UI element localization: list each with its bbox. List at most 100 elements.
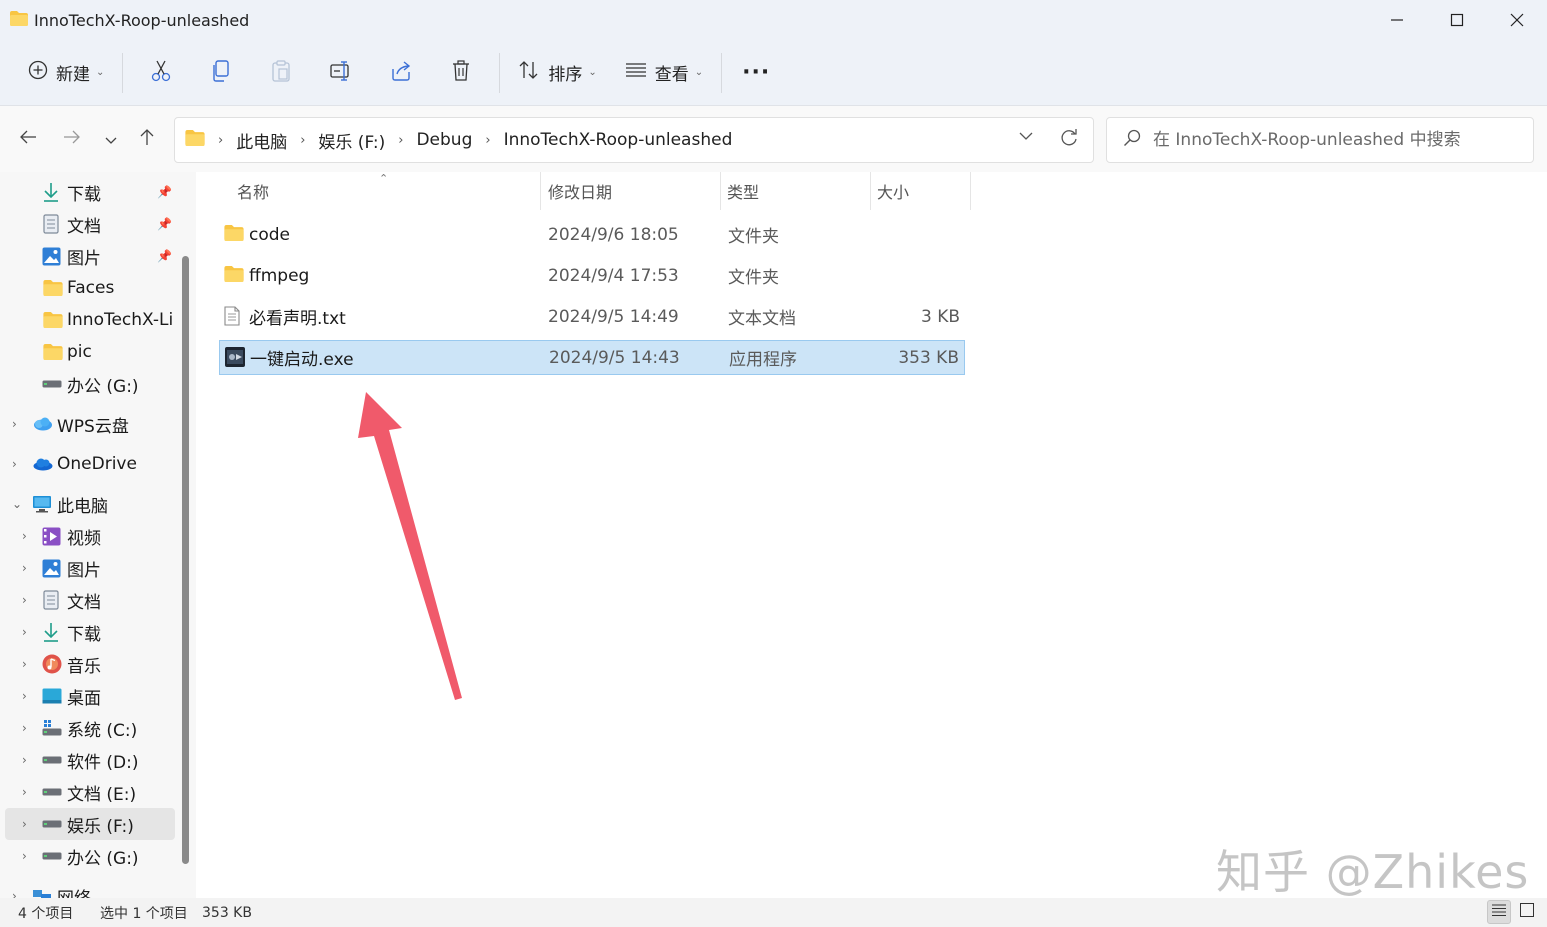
up-button[interactable] (132, 124, 162, 154)
recent-locations-button[interactable] (96, 124, 126, 154)
chevron-right-icon[interactable]: › (22, 817, 34, 831)
column-header-modified[interactable]: 修改日期 (548, 172, 718, 210)
arrow-right-icon (63, 129, 81, 150)
sidebar-item-label: 娱乐 (F:) (67, 816, 134, 837)
table-row[interactable]: ffmpeg 2024/9/4 17:53 文件夹 (219, 258, 965, 293)
chevron-right-icon[interactable]: › (22, 689, 34, 703)
sidebar-item-drive-c[interactable]: › 系统 (C:) (0, 712, 176, 744)
document-icon (43, 590, 59, 610)
chevron-right-icon[interactable]: › (12, 889, 24, 898)
chevron-right-icon[interactable]: › (12, 417, 24, 431)
chevron-right-icon[interactable]: › (485, 133, 490, 148)
sidebar-item-this-pc[interactable]: ⌄ 此电脑 (0, 488, 176, 520)
separator (721, 52, 723, 93)
sidebar-item-desktop[interactable]: › 桌面 (0, 680, 176, 712)
more-options-button[interactable]: ··· (730, 60, 782, 85)
sidebar-item-documents[interactable]: › 文档 (0, 584, 176, 616)
sidebar-item-downloads[interactable]: 下载 📌 (0, 176, 176, 208)
breadcrumb-debug[interactable]: Debug (416, 130, 472, 150)
sidebar-item-onedrive[interactable]: › OneDrive (0, 448, 176, 480)
chevron-right-icon[interactable]: › (300, 133, 305, 148)
column-header-size[interactable]: 大小 (877, 172, 967, 210)
column-divider[interactable] (970, 172, 971, 210)
folder-icon (43, 280, 63, 296)
file-name: code (249, 224, 290, 245)
chevron-right-icon[interactable]: › (22, 625, 34, 639)
table-row[interactable]: 必看声明.txt 2024/9/5 14:49 文本文档 3 KB (219, 299, 965, 334)
table-row[interactable]: 一键启动.exe 2024/9/5 14:43 应用程序 353 KB (219, 340, 965, 375)
cut-button[interactable] (131, 51, 191, 95)
sidebar-item-wps-cloud[interactable]: › WPS云盘 (0, 408, 176, 440)
chevron-right-icon[interactable]: › (22, 721, 34, 735)
rename-button[interactable] (311, 51, 371, 95)
chevron-right-icon[interactable]: › (22, 657, 34, 671)
sidebar-item-drive-e[interactable]: › 文档 (E:) (0, 776, 176, 808)
close-button[interactable] (1487, 0, 1547, 40)
column-header-name[interactable]: 名称 (237, 172, 537, 210)
chevron-right-icon[interactable]: › (22, 561, 34, 575)
table-row[interactable]: code 2024/9/6 18:05 文件夹 (219, 217, 965, 252)
column-divider[interactable] (720, 172, 721, 210)
details-view-button[interactable] (1487, 900, 1511, 924)
forward-button[interactable] (57, 124, 87, 154)
paste-button[interactable] (251, 51, 311, 95)
sidebar-item-videos[interactable]: › 视频 (0, 520, 176, 552)
sidebar-item-drive-g[interactable]: 办公 (G:) (0, 368, 176, 400)
window-controls (1367, 0, 1547, 40)
search-icon (1123, 129, 1141, 151)
copy-button[interactable] (191, 51, 251, 95)
rename-icon (330, 60, 352, 85)
column-divider[interactable] (540, 172, 541, 210)
search-input[interactable] (1153, 130, 1513, 150)
chevron-down-icon[interactable]: ⌄ (12, 497, 24, 511)
sidebar-scrollbar[interactable] (182, 256, 189, 864)
folder-icon (43, 344, 63, 360)
chevron-right-icon[interactable]: › (398, 133, 403, 148)
address-dropdown-button[interactable] (1019, 130, 1033, 145)
copy-icon (211, 59, 231, 86)
watermark: 知乎 @Zhikes (1216, 845, 1530, 899)
breadcrumb-drive-f[interactable]: 娱乐 (F:) (318, 128, 385, 153)
file-modified: 2024/9/6 18:05 (548, 224, 679, 245)
sidebar-item-label: WPS云盘 (57, 416, 129, 437)
sidebar-item-pictures[interactable]: 图片 📌 (0, 240, 176, 272)
maximize-button[interactable] (1427, 0, 1487, 40)
sidebar-item-pic[interactable]: pic (0, 336, 176, 368)
sidebar-item-innotechx[interactable]: InnoTechX-Li (0, 304, 176, 336)
column-header-type[interactable]: 类型 (727, 172, 867, 210)
minimize-button[interactable] (1367, 0, 1427, 40)
sidebar-item-label: 系统 (C:) (67, 720, 138, 741)
sidebar-item-music[interactable]: › 音乐 (0, 648, 176, 680)
sidebar-item-faces[interactable]: Faces (0, 272, 176, 304)
search-box[interactable] (1106, 117, 1534, 163)
chevron-right-icon[interactable]: › (22, 849, 34, 863)
chevron-right-icon[interactable]: › (12, 457, 24, 471)
sidebar-item-drive-f[interactable]: › 娱乐 (F:) (5, 808, 175, 840)
new-button[interactable]: 新建 ⌄ (18, 51, 114, 95)
large-icons-view-button[interactable] (1515, 900, 1539, 924)
refresh-button[interactable] (1059, 128, 1079, 152)
sort-button[interactable]: 排序 ⌄ (508, 51, 606, 95)
sidebar-item-label: 文档 (E:) (67, 784, 137, 805)
sidebar-item-drive-g[interactable]: › 办公 (G:) (0, 840, 176, 872)
delete-button[interactable] (431, 51, 491, 95)
chevron-right-icon[interactable]: › (22, 593, 34, 607)
chevron-right-icon[interactable]: › (22, 785, 34, 799)
sidebar-item-documents[interactable]: 文档 📌 (0, 208, 176, 240)
chevron-right-icon[interactable]: › (22, 529, 34, 543)
file-type: 应用程序 (729, 350, 797, 370)
share-button[interactable] (371, 51, 431, 95)
column-divider[interactable] (870, 172, 871, 210)
sidebar-item-downloads[interactable]: › 下载 (0, 616, 176, 648)
address-bar[interactable]: › 此电脑 › 娱乐 (F:) › Debug › InnoTechX-Roop… (174, 117, 1094, 163)
chevron-right-icon[interactable]: › (22, 753, 34, 767)
sidebar-item-drive-d[interactable]: › 软件 (D:) (0, 744, 176, 776)
back-button[interactable] (13, 124, 43, 154)
sidebar-item-network[interactable]: › 网络 (0, 880, 176, 898)
breadcrumb-this-pc[interactable]: 此电脑 (236, 128, 287, 153)
sidebar-item-label: 下载 (67, 624, 101, 645)
view-button[interactable]: 查看 ⌄ (615, 51, 713, 95)
sidebar-item-pictures[interactable]: › 图片 (0, 552, 176, 584)
file-modified: 2024/9/5 14:43 (549, 347, 680, 368)
breadcrumb-current-folder[interactable]: InnoTechX-Roop-unleashed (504, 130, 733, 150)
